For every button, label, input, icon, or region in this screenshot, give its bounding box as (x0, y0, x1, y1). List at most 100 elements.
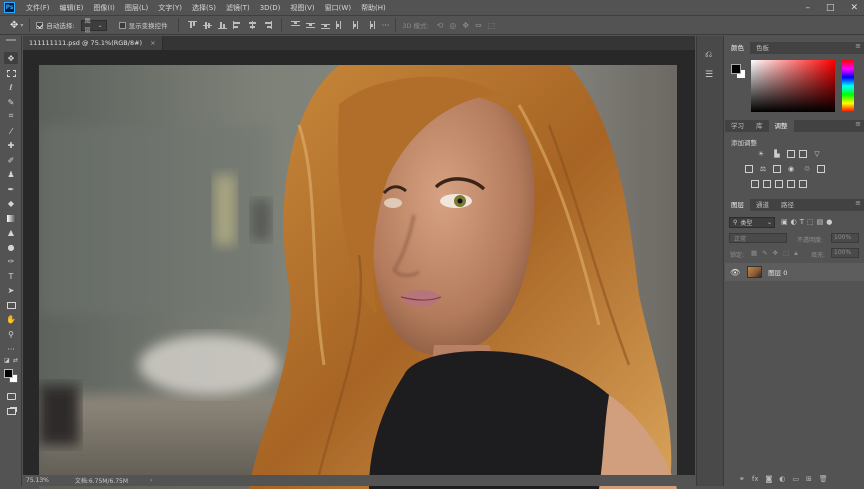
clone-stamp-tool-icon[interactable]: ♟ (4, 168, 18, 180)
curves-icon[interactable] (787, 150, 795, 158)
close-button[interactable]: ✕ (850, 3, 858, 13)
tab-paths[interactable]: 路径 (775, 198, 800, 211)
quick-select-tool-icon[interactable]: ✎ (4, 96, 18, 108)
posterize-icon[interactable] (763, 180, 771, 188)
lock-artboard-icon[interactable]: ⬚ (783, 249, 789, 258)
hue-slider[interactable] (842, 60, 854, 112)
menu-view[interactable]: 视图(V) (285, 3, 319, 13)
more-tools-icon[interactable]: ··· (4, 343, 18, 355)
distribute-bottom-icon[interactable] (320, 21, 330, 29)
distribute-top-icon[interactable] (290, 21, 300, 29)
align-hcenter-icon[interactable] (248, 21, 257, 29)
gradient-tool-icon[interactable] (4, 212, 18, 224)
move-tool-icon[interactable]: ✥ (4, 52, 18, 64)
filter-shape-icon[interactable]: ⬚ (807, 218, 814, 226)
marquee-tool-icon[interactable] (4, 67, 18, 79)
channel-mixer-icon[interactable]: ♲ (803, 165, 811, 173)
align-left-icon[interactable] (232, 21, 242, 29)
lock-position-icon[interactable]: ✥ (773, 249, 778, 258)
new-layer-icon[interactable]: ⊞ (806, 475, 812, 483)
layer-row[interactable]: 👁︎ 图层 0 (725, 263, 864, 281)
quick-mask-icon[interactable] (4, 390, 18, 402)
panel-foreground-swatch[interactable] (731, 64, 741, 74)
menu-filter[interactable]: 滤镜(T) (221, 3, 255, 13)
color-balance-icon[interactable]: ⚖ (759, 165, 767, 173)
brush-tool-icon[interactable]: ✐ (4, 154, 18, 166)
path-select-tool-icon[interactable]: ➤ (4, 284, 18, 296)
crop-tool-icon[interactable]: ⌗ (4, 110, 18, 122)
delete-layer-icon[interactable]: 🗑︎ (819, 475, 828, 483)
foreground-color-swatch[interactable] (4, 369, 13, 378)
chevron-down-icon[interactable]: ▾ (20, 22, 23, 29)
more-options-icon[interactable]: ··· (382, 21, 390, 30)
menu-help[interactable]: 帮助(H) (356, 3, 391, 13)
zoom-tool-icon[interactable]: ⚲ (4, 328, 18, 340)
tab-adjustments[interactable]: 调整 (768, 119, 794, 132)
menu-window[interactable]: 窗口(W) (320, 3, 356, 13)
panel-menu-icon[interactable]: ≡ (855, 42, 861, 50)
show-transform-checkbox[interactable] (118, 21, 126, 29)
tab-learn[interactable]: 学习 (725, 119, 750, 132)
menu-select[interactable]: 选择(S) (187, 3, 221, 13)
new-group-icon[interactable]: ▭ (792, 475, 799, 483)
threshold-icon[interactable] (775, 180, 783, 188)
3d-slide-icon[interactable]: ⇔ (475, 21, 482, 30)
filter-type-icon[interactable]: T (800, 218, 804, 226)
layer-style-icon[interactable]: fx (752, 475, 759, 483)
layer-name[interactable]: 图层 0 (768, 267, 787, 277)
lasso-tool-icon[interactable]: ℓ (4, 81, 18, 93)
lock-transparent-icon[interactable]: ▦ (751, 249, 757, 258)
filter-adjustment-icon[interactable]: ◐ (791, 218, 797, 226)
vibrance-icon[interactable]: ▽ (813, 150, 821, 158)
auto-select-target-dropdown[interactable]: 图层 ⌄ (80, 18, 107, 34)
minimize-button[interactable]: – (805, 3, 810, 13)
eraser-tool-icon[interactable]: ◆ (4, 197, 18, 209)
color-lookup-icon[interactable] (817, 165, 825, 173)
canvas-image[interactable] (39, 65, 677, 489)
menu-file[interactable]: 文件(F) (21, 3, 55, 13)
layer-filter-dropdown[interactable]: ⚲ 类型 ⌄ (729, 217, 775, 228)
blend-mode-dropdown[interactable]: 正常 (729, 233, 787, 243)
selective-color-icon[interactable] (799, 180, 807, 188)
menu-image[interactable]: 图像(I) (88, 3, 120, 13)
tab-channels[interactable]: 通道 (750, 198, 775, 211)
swap-colors-icon[interactable]: ⇄ (13, 357, 18, 364)
exposure-icon[interactable] (799, 150, 807, 158)
eyedropper-tool-icon[interactable]: ⁄ (4, 125, 18, 137)
distribute-hcenter-icon[interactable] (351, 21, 360, 29)
zoom-level[interactable]: 75.13% (26, 477, 49, 484)
color-picker-field[interactable] (751, 60, 835, 112)
menu-3d[interactable]: 3D(D) (255, 4, 286, 12)
tab-layers[interactable]: 图层 (725, 198, 750, 211)
menu-layer[interactable]: 图层(L) (120, 3, 153, 13)
tab-libraries[interactable]: 库 (750, 119, 769, 132)
dodge-tool-icon[interactable]: ● (4, 241, 18, 253)
maximize-button[interactable]: □ (826, 3, 835, 13)
filter-smart-object-icon[interactable]: ▤ (817, 218, 824, 226)
gradient-map-icon[interactable] (787, 180, 795, 188)
add-mask-icon[interactable]: ◙ (765, 475, 772, 483)
distribute-right-icon[interactable] (366, 21, 375, 29)
invert-icon[interactable] (751, 180, 759, 188)
visibility-eye-icon[interactable]: 👁︎ (730, 268, 740, 277)
photo-filter-icon[interactable]: ◉ (787, 165, 795, 173)
tab-swatches[interactable]: 色板 (750, 41, 775, 54)
distribute-left-icon[interactable] (335, 21, 345, 29)
filter-pixel-icon[interactable]: ▣ (781, 218, 788, 226)
link-layers-icon[interactable]: ⚭ (739, 475, 745, 483)
3d-pan-icon[interactable]: ✥ (462, 21, 469, 30)
history-brush-tool-icon[interactable]: ✒ (4, 183, 18, 195)
default-colors-icon[interactable]: ◪ (4, 357, 10, 364)
brightness-contrast-icon[interactable]: ☀ (757, 150, 765, 158)
hand-tool-icon[interactable]: ✋ (4, 313, 18, 325)
auto-select-checkbox[interactable] (36, 21, 44, 29)
history-panel-icon[interactable]: ⎌ (705, 50, 712, 60)
panel-menu-icon[interactable]: ≡ (855, 120, 861, 128)
healing-brush-tool-icon[interactable]: ✚ (4, 139, 18, 151)
align-right-icon[interactable] (263, 21, 272, 29)
black-white-icon[interactable] (773, 165, 781, 173)
3d-scale-icon[interactable]: ⬚ (488, 21, 496, 30)
tab-color[interactable]: 颜色 (725, 41, 750, 54)
3d-orbit-icon[interactable]: ⟲ (437, 21, 444, 30)
pen-tool-icon[interactable]: ✑ (4, 255, 18, 267)
